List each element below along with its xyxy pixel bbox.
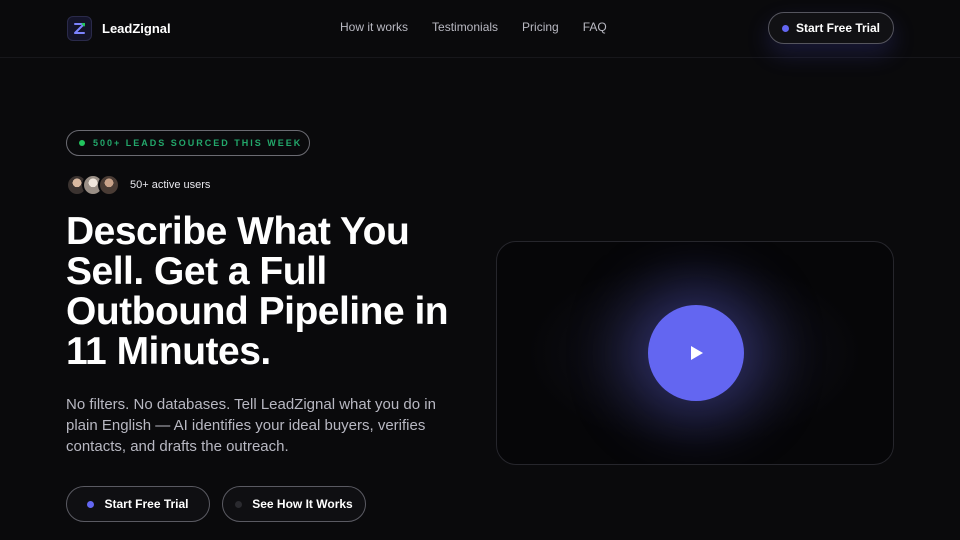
accent-dot-icon	[87, 500, 95, 508]
z-logo-icon	[67, 16, 92, 41]
hero-headline: Describe What You Sell. Get a Full Outbo…	[66, 210, 449, 373]
badge-text: 500+ LEADS SOURCED THIS WEEK	[93, 138, 303, 148]
nav-links: How it works Testimonials Pricing FAQ	[340, 20, 607, 34]
avatar-group	[66, 174, 120, 196]
brand-name: LeadZignal	[102, 21, 171, 36]
nav-cta-label: Start Free Trial	[795, 21, 881, 35]
play-icon	[691, 346, 703, 360]
secondary-cta-label: See How It Works	[252, 497, 353, 511]
nav-link-faq[interactable]: FAQ	[583, 20, 607, 34]
start-free-trial-button[interactable]: Start Free Trial	[66, 486, 210, 522]
play-button[interactable]	[648, 305, 744, 401]
brand[interactable]: LeadZignal	[67, 16, 171, 41]
nav-start-trial-button[interactable]: Start Free Trial	[768, 12, 894, 44]
primary-cta-label: Start Free Trial	[104, 497, 189, 511]
nav-link-how-it-works[interactable]: How it works	[340, 20, 408, 34]
accent-dot-icon	[781, 24, 789, 32]
status-dot-icon	[79, 140, 85, 146]
see-how-it-works-button[interactable]: See How It Works	[222, 486, 366, 522]
nav-link-testimonials[interactable]: Testimonials	[432, 20, 498, 34]
hero-subtext: No filters. No databases. Tell LeadZigna…	[66, 396, 436, 455]
nav-link-pricing[interactable]: Pricing	[522, 20, 559, 34]
active-users-text: 50+ active users	[130, 179, 211, 191]
active-users: 50+ active users	[66, 174, 210, 196]
dim-dot-icon	[235, 500, 243, 508]
demo-video[interactable]	[496, 241, 894, 465]
leads-badge: 500+ LEADS SOURCED THIS WEEK	[66, 130, 310, 156]
top-nav: LeadZignal How it works Testimonials Pri…	[0, 0, 960, 58]
avatar	[98, 174, 120, 196]
